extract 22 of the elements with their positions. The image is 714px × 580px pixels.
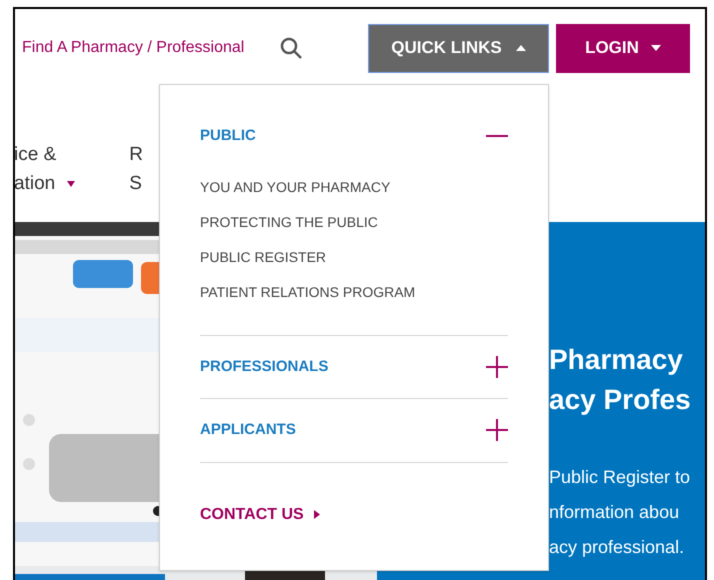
- login-button[interactable]: LOGIN: [556, 24, 690, 72]
- menu-link[interactable]: PATIENT RELATIONS PROGRAM: [200, 280, 416, 302]
- caret-icon: [650, 45, 661, 51]
- caret-icon: [314, 510, 320, 519]
- hero-text: Public Register to nformation abou acy professional.: [549, 466, 692, 559]
- contact-link[interactable]: CONTACT US: [200, 502, 320, 526]
- search-icon[interactable]: [279, 36, 304, 60]
- plus-icon: [486, 419, 508, 442]
- plus-icon: [486, 356, 508, 378]
- accordion-header[interactable]: PUBLIC: [200, 85, 508, 168]
- menu-link[interactable]: PROTECTING THE PUBLIC: [200, 210, 378, 232]
- accordion-header[interactable]: APPLICANTS: [200, 399, 508, 462]
- hero-heading: Pharmacy acy Profes: [549, 343, 692, 417]
- menu-link[interactable]: PUBLIC REGISTER: [200, 246, 326, 268]
- quick-links-button[interactable]: QUICK LINKS: [368, 24, 549, 72]
- nav-link[interactable]: ice & ation: [15, 140, 76, 222]
- nav-link[interactable]: R S: [129, 140, 143, 222]
- caret-icon: [516, 45, 526, 51]
- accordion-header[interactable]: PROFESSIONALS: [200, 336, 508, 398]
- find-link[interactable]: Find A Pharmacy / Professional: [22, 36, 244, 60]
- menu-link[interactable]: YOU AND YOUR PHARMACY: [200, 176, 390, 198]
- caret-icon: [67, 180, 76, 186]
